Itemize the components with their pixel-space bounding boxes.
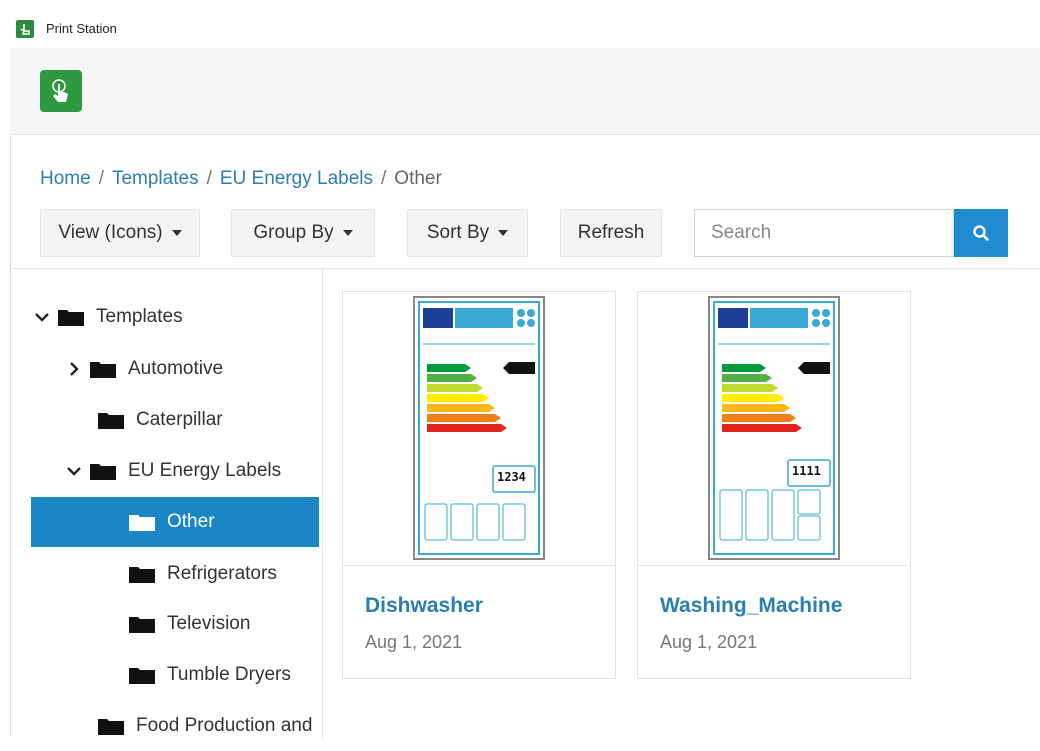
energy-label-image: 1234 <box>413 296 545 560</box>
tree-item-caterpillar[interactable]: Caterpillar <box>98 395 322 445</box>
tree-item-label: EU Energy Labels <box>128 460 282 481</box>
folder-icon <box>129 617 155 633</box>
breadcrumb: Home / Templates / EU Energy Labels / Other <box>40 168 442 190</box>
breadcrumb-separator: / <box>381 168 387 189</box>
tree-item-label: Other <box>167 511 215 532</box>
chevron-right-icon[interactable] <box>66 361 82 377</box>
folder-icon <box>129 567 155 583</box>
group-by-dropdown-button[interactable]: Group By <box>231 209 375 257</box>
folder-icon <box>129 515 155 531</box>
template-name[interactable]: Dishwasher <box>365 594 483 618</box>
tree-item-label: Food Production and <box>136 715 313 736</box>
caret-down-icon <box>342 230 353 236</box>
refresh-button[interactable]: Refresh <box>560 209 662 257</box>
toolbar-divider <box>10 268 1040 269</box>
breadcrumb-current: Other <box>394 168 442 189</box>
folder-icon <box>129 668 155 684</box>
view-dropdown-label: View (Icons) <box>58 222 163 243</box>
folder-icon <box>98 719 124 735</box>
card-divider <box>638 565 910 566</box>
tree-item-label: Refrigerators <box>167 563 277 584</box>
sidebar-divider <box>322 269 323 739</box>
caret-down-icon <box>171 230 182 236</box>
search-input[interactable]: Search <box>694 209 954 257</box>
template-thumbnail[interactable]: 1111 <box>638 292 910 565</box>
sort-by-dropdown-button[interactable]: Sort By <box>407 209 528 257</box>
template-date: Aug 1, 2021 <box>365 632 463 652</box>
tree-item-label: Caterpillar <box>136 409 223 430</box>
folder-icon <box>90 362 116 378</box>
template-card-washing-machine[interactable]: 1111 Washing_Machine Aug 1, 2021 <box>637 291 911 679</box>
search-icon <box>973 225 989 241</box>
sort-by-label: Sort By <box>426 222 490 243</box>
tree-item-tumble-dryers[interactable]: Tumble Dryers <box>129 650 322 700</box>
breadcrumb-separator: / <box>98 168 104 189</box>
tree-item-label: Templates <box>96 306 183 327</box>
tree-item-label: Tumble Dryers <box>167 664 291 685</box>
energy-label-value: 1111 <box>792 464 821 478</box>
group-by-label: Group By <box>253 222 334 243</box>
breadcrumb-templates[interactable]: Templates <box>112 168 199 189</box>
window-titlebar: Print Station <box>0 0 1040 48</box>
energy-label-value: 1234 <box>497 470 526 484</box>
tree-item-templates[interactable]: Templates <box>34 292 322 342</box>
tree-item-other[interactable]: Other <box>31 497 319 547</box>
chevron-down-icon[interactable] <box>34 309 50 325</box>
view-dropdown-button[interactable]: View (Icons) <box>40 209 200 257</box>
window-title: Print Station <box>46 21 117 36</box>
tree-item-label: Automotive <box>128 358 224 379</box>
folder-icon <box>58 310 84 326</box>
tree-item-eu-energy-labels[interactable]: EU Energy Labels <box>66 446 322 496</box>
breadcrumb-eu-energy-labels[interactable]: EU Energy Labels <box>220 168 373 189</box>
template-name[interactable]: Washing_Machine <box>660 594 842 618</box>
app-icon <box>16 20 34 38</box>
template-thumbnail[interactable]: 1234 <box>343 292 615 565</box>
search-placeholder: Search <box>711 222 772 243</box>
template-card-dishwasher[interactable]: 1234 Dishwasher Aug 1, 2021 <box>342 291 616 679</box>
template-date: Aug 1, 2021 <box>660 632 758 652</box>
tree-item-television[interactable]: Television <box>129 599 322 649</box>
app-logo-icon[interactable] <box>40 70 82 112</box>
folder-icon <box>90 464 116 480</box>
chevron-down-icon[interactable] <box>66 463 82 479</box>
search-button[interactable] <box>954 209 1008 257</box>
energy-label-image: 1111 <box>708 296 840 560</box>
tree-item-automotive[interactable]: Automotive <box>66 344 322 394</box>
window-border <box>10 48 11 736</box>
breadcrumb-separator: / <box>206 168 212 189</box>
tree-item-label: Television <box>167 613 251 634</box>
folder-icon <box>98 413 124 429</box>
card-divider <box>343 565 615 566</box>
tree-item-food-production[interactable]: Food Production and <box>98 701 322 751</box>
refresh-label: Refresh <box>577 222 645 243</box>
breadcrumb-home[interactable]: Home <box>40 168 91 189</box>
app-header <box>10 48 1040 135</box>
caret-down-icon <box>498 230 509 236</box>
tree-item-refrigerators[interactable]: Refrigerators <box>129 549 322 599</box>
